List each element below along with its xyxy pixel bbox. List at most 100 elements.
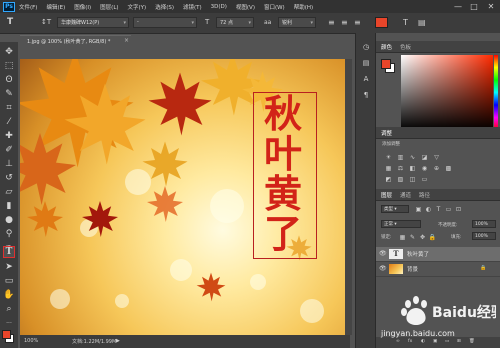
layer-kind-filter[interactable]: 类型 ▾ [381,205,409,213]
quick-select-tool-icon[interactable]: ✎ [3,88,15,100]
eraser-tool-icon[interactable]: ▱ [3,186,15,198]
invert-icon[interactable]: ◩ [384,175,393,183]
vibrance-icon[interactable]: ▽ [432,153,441,161]
zoom-tool-icon[interactable]: ⌕ [3,303,15,315]
blur-tool-icon[interactable]: ● [3,214,15,226]
filter-smart-icon[interactable]: ⊡ [454,205,463,213]
lock-position-icon[interactable]: ✥ [418,233,427,241]
panel-foreground-color-swatch[interactable] [381,59,391,69]
minimize-button[interactable]: — [452,0,464,13]
tab-channels[interactable]: 通道 [400,191,411,199]
color-lookup-icon[interactable]: ▩ [444,164,453,172]
menu-view[interactable]: 视图(V) [236,3,255,11]
layer-name[interactable]: 秋叶黄了 [407,250,429,258]
type-tool-icon[interactable]: T [3,246,15,258]
eye-icon[interactable]: 👁 [379,265,387,272]
layer-style-icon[interactable]: fx [408,339,412,344]
font-family-select[interactable]: 华康魏碑W12(P) ▾ [57,17,129,28]
tab-adjustments[interactable]: 调整 [381,129,392,137]
layer-row-background[interactable]: 👁 背景 🔒 [376,262,500,277]
more-tools-icon[interactable]: ··· [3,317,15,329]
eye-icon[interactable]: 👁 [379,250,387,257]
eyedropper-tool-icon[interactable]: ⁄ [3,116,15,128]
gradient-tool-icon[interactable]: ▮ [3,200,15,212]
color-balance-icon[interactable]: ⚖ [396,164,405,172]
channel-mixer-icon[interactable]: ⊕ [432,164,441,172]
lock-pixels-icon[interactable]: ▦ [398,233,407,241]
menu-layer[interactable]: 图层(L) [100,3,118,11]
status-menu-arrow-icon[interactable]: ▶ [116,338,120,344]
lock-all-icon[interactable]: 🔒 [428,233,437,241]
brush-tool-icon[interactable]: ✐ [3,144,15,156]
fill-input[interactable]: 100% [472,232,496,240]
healing-brush-tool-icon[interactable]: ✚ [3,130,15,142]
lasso-tool-icon[interactable]: ʘ [3,74,15,86]
character-panel-icon[interactable]: ▤ [418,16,426,29]
brightness-icon[interactable]: ☀ [384,153,393,161]
threshold-icon[interactable]: ◫ [408,175,417,183]
menu-image[interactable]: 图像(I) [74,3,91,11]
foreground-color-swatch[interactable] [2,330,11,339]
clone-stamp-tool-icon[interactable]: ⊥ [3,158,15,170]
exposure-icon[interactable]: ◪ [420,153,429,161]
posterize-icon[interactable]: ▧ [396,175,405,183]
color-picker-field[interactable] [401,55,493,130]
menu-3d[interactable]: 3D(D) [211,4,227,10]
new-layer-icon[interactable]: ⊞ [457,339,461,344]
filter-adjust-icon[interactable]: ◐ [424,205,433,213]
curves-icon[interactable]: ∿ [408,153,417,161]
align-left-icon[interactable]: ≡ [328,16,335,29]
black-white-icon[interactable]: ◧ [408,164,417,172]
history-panel-icon[interactable]: ◷ [360,41,372,53]
tab-color[interactable]: 颜色 [381,43,392,51]
antialias-select[interactable]: 锐利 ▾ [278,17,316,28]
warp-text-icon[interactable]: T [403,16,408,29]
history-brush-tool-icon[interactable]: ↺ [3,172,15,184]
layer-row-text[interactable]: 👁 T 秋叶黄了 [376,247,500,262]
levels-icon[interactable]: ▥ [396,153,405,161]
layer-name[interactable]: 背景 [407,265,418,273]
blend-mode-select[interactable]: 正常 ▾ [381,220,421,228]
tab-layers[interactable]: 图层 [381,191,392,199]
maximize-button[interactable]: □ [468,0,480,13]
path-select-tool-icon[interactable]: ➤ [3,261,15,273]
filter-shape-icon[interactable]: ▭ [444,205,453,213]
close-window-button[interactable]: ✕ [485,0,497,13]
properties-panel-icon[interactable]: ▤ [360,57,372,69]
add-mask-icon[interactable]: ◐ [421,339,425,344]
filter-type-icon[interactable]: T [434,205,443,213]
menu-filter[interactable]: 滤镜(T) [183,3,202,11]
text-color-swatch[interactable] [375,17,388,28]
lock-paint-icon[interactable]: ✎ [408,233,417,241]
menu-select[interactable]: 选择(S) [155,3,174,11]
type-tool-preset-icon[interactable]: T [7,16,13,29]
document-canvas[interactable]: 秋 叶 黄 了 [20,59,347,335]
tab-paths[interactable]: 路径 [419,191,430,199]
hand-tool-icon[interactable]: ✋ [3,289,15,301]
delete-layer-icon[interactable]: 🗑 [469,339,475,344]
zoom-level[interactable]: 100% [24,338,38,344]
align-right-icon[interactable]: ≡ [354,16,361,29]
font-style-select[interactable]: - ▾ [133,17,197,28]
tab-swatches[interactable]: 色板 [400,43,411,51]
filter-pixel-icon[interactable]: ▣ [414,205,423,213]
photo-filter-icon[interactable]: ◉ [420,164,429,172]
menu-help[interactable]: 帮助(H) [294,3,313,11]
font-size-select[interactable]: 72 点 ▾ [216,17,254,28]
menu-file[interactable]: 文件(F) [19,3,37,11]
adjustment-layer-icon[interactable]: ▣ [433,339,437,344]
rectangle-tool-icon[interactable]: ▭ [3,275,15,287]
marquee-tool-icon[interactable]: ⬚ [3,60,15,72]
character-panel-icon-strip[interactable]: A [360,73,372,85]
group-icon[interactable]: ▭ [445,339,449,344]
opacity-input[interactable]: 100% [472,220,496,228]
crop-tool-icon[interactable]: ⌗ [3,102,15,114]
gradient-map-icon[interactable]: ▭ [420,175,429,183]
close-document-icon[interactable]: × [124,37,129,44]
menu-edit[interactable]: 编辑(E) [46,3,65,11]
vertical-scrollbar[interactable] [345,59,352,335]
dodge-tool-icon[interactable]: ⚲ [3,228,15,240]
hue-saturation-icon[interactable]: ▦ [384,164,393,172]
menu-type[interactable]: 文字(Y) [128,3,147,11]
menu-window[interactable]: 窗口(W) [264,3,285,11]
